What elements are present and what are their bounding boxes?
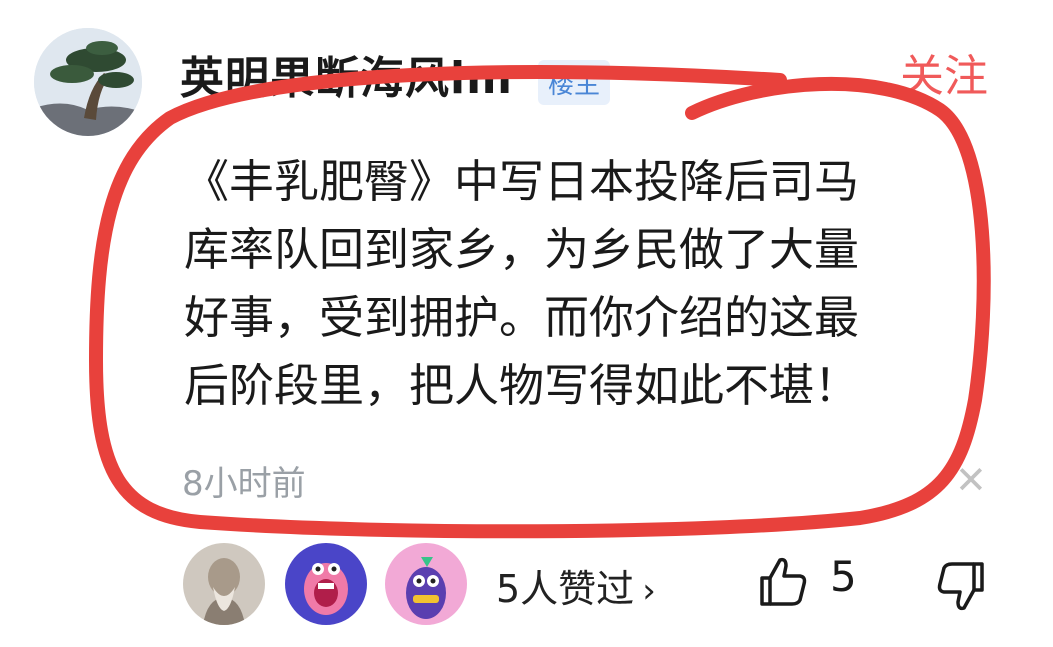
- follow-button[interactable]: 关注: [900, 40, 988, 104]
- bonsai-image: [34, 28, 142, 136]
- chevron-right-icon: ›: [642, 571, 656, 611]
- thumbs-down-icon[interactable]: [932, 560, 988, 616]
- purple-monster-avatar: [385, 543, 467, 625]
- thumbs-up-icon[interactable]: [756, 554, 810, 608]
- pink-monster-avatar: [285, 543, 367, 625]
- comment-text: 《丰乳肥臀》中写日本投降后司马 库率队回到家乡，为乡民做了大量 好事，受到拥护。…: [184, 148, 984, 420]
- comment-line: 后阶段里，把人物写得如此不堪！: [184, 359, 860, 412]
- close-icon[interactable]: ✕: [955, 458, 987, 502]
- liker-avatar-elder[interactable]: [183, 543, 265, 625]
- comment-line: 库率队回到家乡，为乡民做了大量: [184, 223, 860, 276]
- author-badge: 楼主: [538, 60, 611, 105]
- poster-avatar[interactable]: [34, 28, 142, 136]
- elder-portrait-avatar: [183, 543, 265, 625]
- liker-avatar-purple[interactable]: [385, 543, 467, 625]
- likers-link[interactable]: 5人赞过 ›: [496, 558, 656, 613]
- comment-line: 《丰乳肥臀》中写日本投降后司马: [184, 155, 860, 208]
- like-count: 5: [830, 552, 857, 601]
- comment-line: 好事，受到拥护。而你介绍的这最: [184, 291, 860, 344]
- post-timestamp: 8小时前: [182, 464, 306, 504]
- liker-avatar-pink[interactable]: [285, 543, 367, 625]
- likers-count-text: 5人赞过: [496, 567, 635, 611]
- poster-username[interactable]: 英明果断海风lm: [180, 42, 513, 106]
